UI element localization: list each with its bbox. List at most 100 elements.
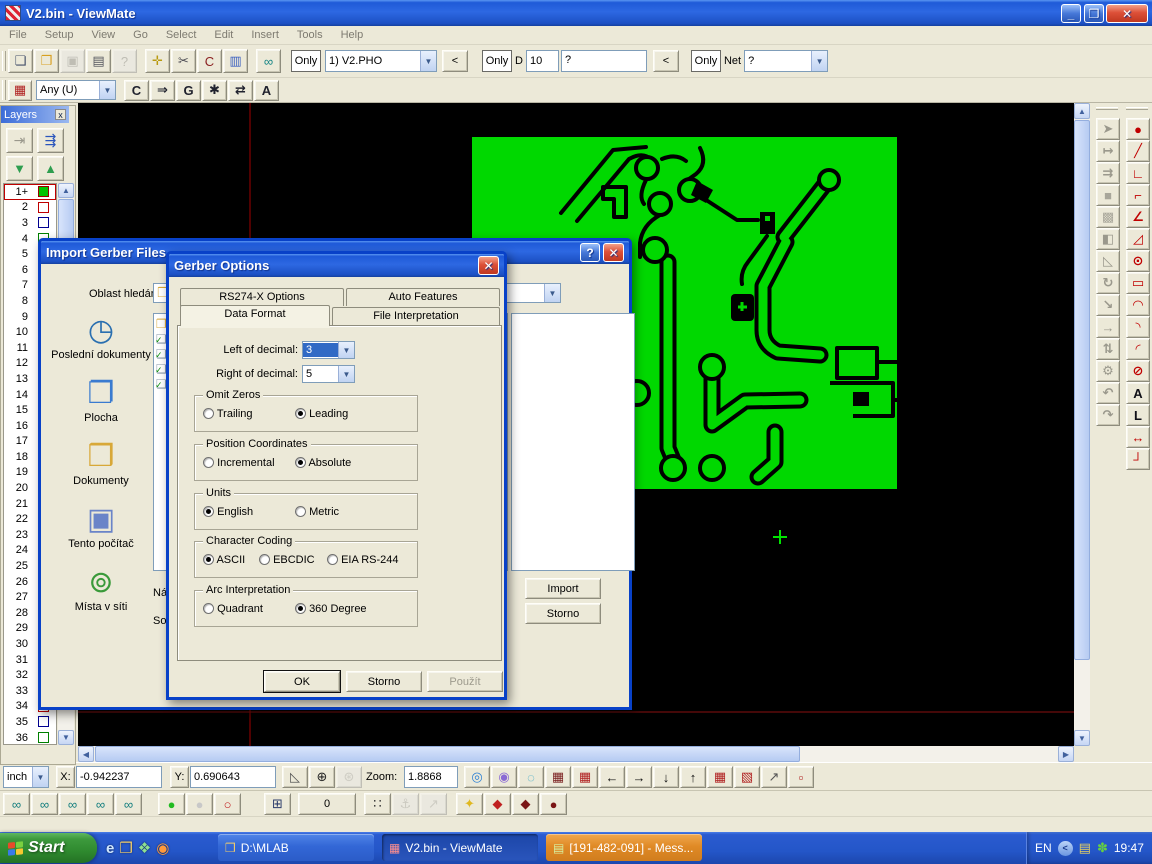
taskbar-task-message[interactable]: ▤ [191-482-091] - Mess... — [546, 834, 702, 861]
draw-angle-icon[interactable]: ∠ — [1126, 206, 1150, 228]
new-file-icon[interactable]: ❏ — [8, 49, 33, 73]
layer-row[interactable]: 2 — [4, 200, 56, 216]
language-indicator[interactable]: EN — [1035, 841, 1052, 855]
edit-grid-icon[interactable]: ▧ — [734, 766, 760, 788]
zoom-window-icon[interactable]: ◌ — [518, 766, 544, 788]
tray-collapse-icon[interactable]: < — [1058, 841, 1073, 856]
origin-crosshair-icon[interactable]: ⊕ — [309, 766, 335, 788]
dark-dot-icon[interactable]: ● — [540, 793, 567, 815]
red-outline-light-icon[interactable]: ○ — [214, 793, 241, 815]
scroll-left-icon[interactable]: ◀ — [78, 746, 94, 762]
draw-bracket-icon[interactable]: ⌐ — [1126, 184, 1150, 206]
scroll-up-icon[interactable]: ▲ — [1074, 103, 1090, 119]
place-network[interactable]: ⊚ Místa v síti — [51, 567, 151, 613]
net-combo[interactable]: ?▼ — [744, 50, 828, 72]
layer-color-swatch[interactable] — [38, 732, 49, 743]
view-dcodes-icon[interactable]: ∞ — [3, 793, 30, 815]
layer-color-swatch[interactable] — [38, 186, 49, 197]
gerber-dialog-titlebar[interactable]: Gerber Options ✕ — [169, 254, 504, 277]
import-button[interactable]: Import — [525, 578, 601, 599]
chevron-down-icon[interactable]: ▼ — [544, 284, 560, 302]
shear-icon[interactable]: ◺ — [1096, 250, 1120, 272]
colors-palette-icon[interactable]: ▥ — [223, 49, 248, 73]
x-coordinate-field[interactable]: -0.942237 — [76, 766, 162, 788]
maximize-button[interactable]: ❐ — [1084, 4, 1104, 23]
save-file-icon[interactable]: ▣ — [60, 49, 85, 73]
panel-grip[interactable] — [1096, 107, 1118, 110]
draw-arc2-icon[interactable]: ◜ — [1126, 338, 1150, 360]
place-recent-documents[interactable]: ◷ Poslední dokumenty — [51, 315, 151, 361]
print-icon[interactable]: ▤ — [86, 49, 111, 73]
g-code-tool-icon[interactable]: G — [176, 80, 201, 101]
pan-up-icon[interactable]: ↑ — [680, 766, 706, 788]
zoom-value-field[interactable]: 1.8868 — [404, 766, 458, 788]
scroll-down-icon[interactable]: ▼ — [58, 730, 74, 745]
scroll-down-icon[interactable]: ▼ — [1074, 730, 1090, 746]
scroll-right-icon[interactable]: ▶ — [1058, 746, 1074, 762]
dialog-close-icon[interactable]: ✕ — [478, 256, 499, 275]
menu-item[interactable]: Tools — [288, 26, 332, 44]
folder-quicklaunch-icon[interactable]: ❒ — [119, 839, 132, 857]
dark-diamond-icon[interactable]: ◆ — [512, 793, 539, 815]
move-layer-up-icon[interactable]: ▲ — [37, 156, 64, 181]
draw-slash-icon[interactable]: ⊘ — [1126, 360, 1150, 382]
english-radio[interactable] — [203, 506, 214, 517]
start-button[interactable]: Start — [0, 833, 97, 863]
rotate-icon[interactable]: ↻ — [1096, 272, 1120, 294]
green-light-icon[interactable]: ● — [158, 793, 185, 815]
measure-angle-icon[interactable]: ◺ — [282, 766, 308, 788]
swap-tool-icon[interactable]: ⇄ — [228, 80, 253, 101]
ascii-radio[interactable] — [203, 554, 214, 565]
aperture-filter-combo[interactable]: Any (U)▼ — [36, 80, 116, 100]
draw-rect-icon[interactable]: ▭ — [1126, 272, 1150, 294]
corner-tool-icon[interactable]: ┘ — [1126, 448, 1150, 470]
filled-square-icon[interactable]: ■ — [1096, 184, 1120, 206]
open-file-icon[interactable]: ❒ — [34, 49, 59, 73]
dock-layer-icon[interactable]: ⇥ — [6, 128, 33, 153]
apply-button[interactable]: Použít — [427, 671, 503, 692]
incremental-radio[interactable] — [203, 457, 214, 468]
prev-dcode-button[interactable]: < — [653, 50, 679, 72]
menu-item[interactable]: View — [82, 26, 124, 44]
taskbar-task-viewmate[interactable]: ▦ V2.bin - ViewMate — [382, 834, 538, 861]
menu-item[interactable]: Help — [332, 26, 373, 44]
menu-item[interactable]: Insert — [242, 26, 288, 44]
view-lines-icon[interactable]: ∞ — [31, 793, 58, 815]
only-net-button[interactable]: Only — [691, 50, 721, 72]
tools-icon[interactable]: ✂ — [171, 49, 196, 73]
snap-to-icon[interactable]: ↦ — [1096, 140, 1120, 162]
flash-tool-icon[interactable]: ✱ — [202, 80, 227, 101]
chevron-down-icon[interactable]: ▼ — [811, 51, 827, 71]
menu-item[interactable]: Select — [157, 26, 206, 44]
star-mark-icon[interactable]: ✦ — [456, 793, 483, 815]
move-layer-down-icon[interactable]: ▼ — [6, 156, 33, 181]
spiral-origin-icon[interactable]: ⊛ — [336, 766, 362, 788]
taskbar-task-mlab[interactable]: ❒ D:\MLAB — [218, 834, 374, 861]
pan-down-icon[interactable]: ↓ — [653, 766, 679, 788]
canvas-hscrollbar[interactable]: ◀ ▶ — [78, 746, 1074, 762]
only-layer-button[interactable]: Only — [291, 50, 321, 72]
scale-icon[interactable]: ↘ — [1096, 294, 1120, 316]
menu-item[interactable]: Setup — [36, 26, 83, 44]
chevron-down-icon[interactable]: ▼ — [32, 767, 48, 787]
y-coordinate-field[interactable]: 0.690643 — [190, 766, 276, 788]
tab-auto-features[interactable]: Auto Features — [346, 288, 500, 306]
hscroll-thumb[interactable] — [95, 746, 800, 762]
view-points-icon[interactable]: ∞ — [87, 793, 114, 815]
width-tool-icon[interactable]: ↔ — [1126, 426, 1150, 448]
draw-circle-icon[interactable]: ⊙ — [1126, 250, 1150, 272]
layer-table-icon[interactable]: ⇶ — [37, 128, 64, 153]
right-of-decimal-combo[interactable]: 5 ▼ — [302, 365, 355, 383]
place-desktop[interactable]: ❐ Plocha — [51, 378, 151, 424]
measure-diagonal-icon[interactable]: ↗ — [761, 766, 787, 788]
layer-scroll-thumb[interactable] — [58, 199, 74, 241]
trailing-radio[interactable] — [203, 408, 214, 419]
board-view-icon[interactable]: ▦ — [545, 766, 571, 788]
ie-quicklaunch-icon[interactable]: e — [106, 840, 114, 857]
aperture-highlight-icon[interactable]: ✛ — [145, 49, 170, 73]
selection-count-field[interactable]: 0 — [298, 793, 356, 815]
grid-view-icon[interactable]: ▦ — [572, 766, 598, 788]
transform-gear-icon[interactable]: ⚙ — [1096, 360, 1120, 382]
multi-select-icon[interactable]: ⇉ — [1096, 162, 1120, 184]
goto-arrow-tool-icon[interactable]: ⇒ — [150, 80, 175, 101]
